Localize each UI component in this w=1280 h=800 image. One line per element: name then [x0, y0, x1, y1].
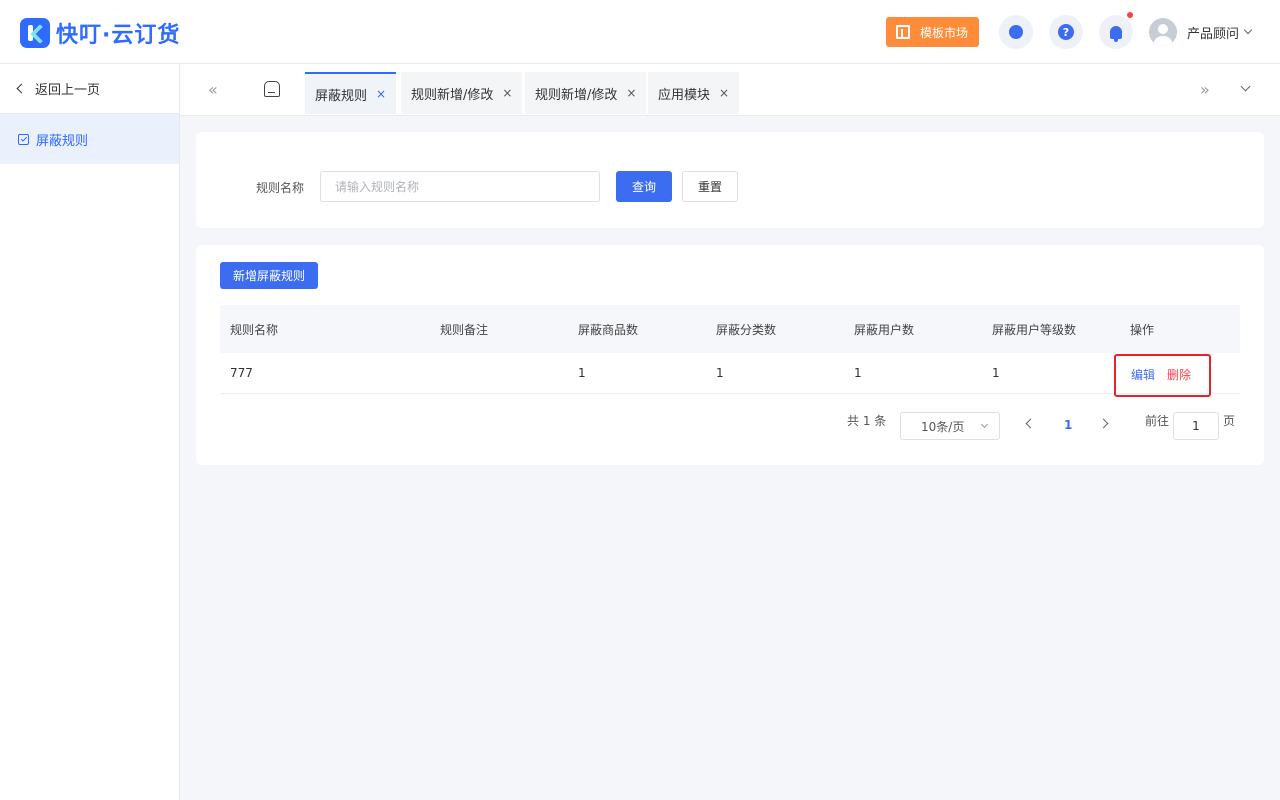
customer-service-icon — [1009, 25, 1023, 39]
tab-label: 屏蔽规则 — [315, 88, 368, 104]
tab-label: 规则新增/修改 — [411, 87, 494, 103]
column-header: 规则名称 — [230, 323, 279, 337]
notification-button[interactable] — [1099, 12, 1133, 49]
back-label: 返回上一页 — [35, 83, 101, 98]
chevron-left-icon — [16, 83, 27, 94]
customer-service-button[interactable] — [999, 15, 1033, 49]
template-icon — [896, 25, 910, 39]
avatar — [1149, 18, 1177, 46]
rules-table-panel: 新增屏蔽规则 规则名称 规则备注 屏蔽商品数 屏蔽分类数 屏蔽用户数 屏蔽用户等… — [196, 245, 1264, 465]
rule-name-input[interactable] — [320, 171, 600, 202]
chevron-down-icon — [1243, 25, 1253, 35]
prev-page-icon[interactable] — [1025, 418, 1036, 429]
logo-text: 快叮·云订货 — [56, 23, 181, 48]
back-button[interactable]: 返回上一页 — [0, 64, 179, 114]
home-icon[interactable] — [264, 81, 280, 97]
page-number-current[interactable]: 1 — [1064, 418, 1072, 432]
goto-page-input[interactable] — [1173, 412, 1219, 440]
column-header: 操作 — [1130, 323, 1155, 337]
cell-user-level-count: 1 — [992, 366, 1000, 380]
column-header: 屏蔽商品数 — [578, 323, 639, 337]
close-icon[interactable]: × — [719, 86, 729, 100]
filter-panel: 规则名称 查询 重置 — [196, 132, 1264, 228]
add-block-rule-button[interactable]: 新增屏蔽规则 — [220, 262, 318, 289]
page-size-select[interactable]: 10条/页 — [900, 412, 1000, 440]
help-button[interactable]: ? — [1049, 15, 1083, 49]
sidebar-item-block-rules[interactable]: 屏蔽规则 — [0, 114, 179, 164]
user-menu[interactable]: 产品顾问 — [1149, 18, 1253, 46]
checkbox-icon — [18, 133, 29, 145]
notification-badge — [1127, 12, 1133, 18]
bell-icon — [1110, 25, 1122, 42]
next-page-icon[interactable] — [1098, 418, 1109, 429]
table-row: 777 1 1 1 1 编辑 删除 — [220, 353, 1240, 394]
cell-rule-name: 777 — [230, 366, 253, 380]
template-market-button[interactable]: 模板市场 — [886, 17, 979, 47]
actions-highlight-box — [1114, 354, 1211, 397]
cell-category-count: 1 — [716, 366, 724, 380]
query-button[interactable]: 查询 — [616, 171, 672, 202]
tabs-scroll-left-icon[interactable]: « — [208, 80, 218, 99]
user-name: 产品顾问 — [1187, 26, 1240, 42]
close-icon[interactable]: × — [626, 86, 636, 100]
chevron-down-icon — [980, 420, 989, 429]
goto-label: 前往 — [1145, 414, 1170, 428]
template-market-label: 模板市场 — [920, 25, 969, 40]
sidebar: 返回上一页 屏蔽规则 — [0, 64, 180, 800]
cell-product-count: 1 — [578, 366, 586, 380]
chevron-down-icon[interactable] — [1240, 81, 1251, 92]
column-header: 规则备注 — [440, 323, 489, 337]
total-count: 共 1 条 — [847, 414, 887, 428]
column-header: 屏蔽用户数 — [854, 323, 915, 337]
cell-user-count: 1 — [854, 366, 862, 380]
column-header: 屏蔽用户等级数 — [992, 323, 1077, 337]
tab-bar: « 屏蔽规则 × 规则新增/修改 × 规则新增/修改 × 应用模块 × » — [180, 64, 1280, 116]
table-header: 规则名称 规则备注 屏蔽商品数 屏蔽分类数 屏蔽用户数 屏蔽用户等级数 操作 — [220, 305, 1240, 353]
logo-mark-icon — [20, 18, 50, 48]
top-header: 快叮·云订货 模板市场 ? 产品顾问 — [0, 0, 1280, 64]
close-icon[interactable]: × — [502, 86, 512, 100]
tab-rule-edit-2[interactable]: 规则新增/修改 × — [525, 72, 647, 114]
close-icon[interactable]: × — [376, 87, 386, 101]
column-header: 屏蔽分类数 — [716, 323, 777, 337]
tabs-scroll-right-icon[interactable]: » — [1200, 80, 1210, 99]
sidebar-item-label: 屏蔽规则 — [36, 133, 89, 149]
page-suffix: 页 — [1223, 414, 1236, 428]
logo[interactable]: 快叮·云订货 — [20, 17, 180, 49]
tab-block-rules[interactable]: 屏蔽规则 × — [305, 72, 397, 114]
rule-name-label: 规则名称 — [256, 181, 305, 195]
tab-app-modules[interactable]: 应用模块 × — [648, 72, 740, 114]
help-icon: ? — [1058, 24, 1074, 40]
tab-label: 规则新增/修改 — [535, 87, 618, 103]
page-size-value: 10条/页 — [921, 419, 965, 434]
tab-label: 应用模块 — [658, 87, 711, 103]
reset-button[interactable]: 重置 — [682, 171, 738, 202]
tab-rule-edit-1[interactable]: 规则新增/修改 × — [401, 72, 523, 114]
